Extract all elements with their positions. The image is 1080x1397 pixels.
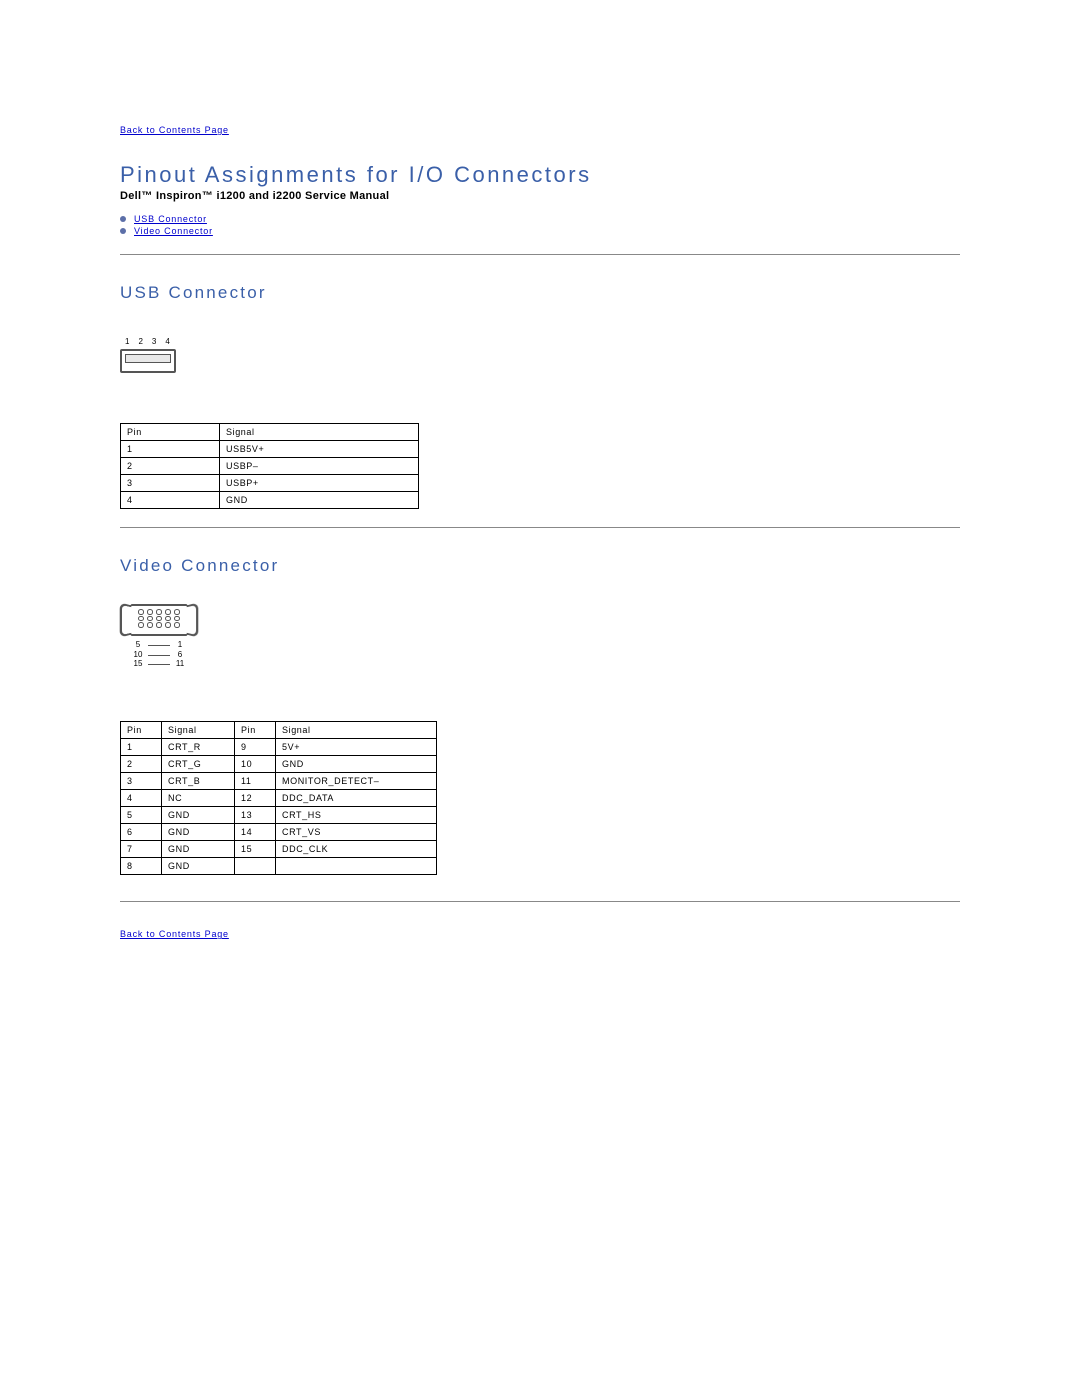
table-row: 4GND: [121, 492, 419, 509]
table-row: 6GND14CRT_VS: [121, 824, 437, 841]
table-cell: [235, 858, 276, 875]
video-pinout-table: Pin Signal Pin Signal 1CRT_R95V+2CRT_G10…: [120, 721, 437, 875]
table-row: 5GND13CRT_HS: [121, 807, 437, 824]
back-to-contents-top[interactable]: Back to Contents Page: [120, 125, 229, 135]
table-cell: 15: [235, 841, 276, 858]
table-cell: 14: [235, 824, 276, 841]
vga-label: 6: [173, 650, 187, 660]
vga-label: 10: [131, 650, 145, 660]
toc-link-usb[interactable]: USB Connector: [134, 214, 207, 224]
table-row: 1CRT_R95V+: [121, 739, 437, 756]
table-cell: 13: [235, 807, 276, 824]
table-cell: CRT_VS: [276, 824, 437, 841]
toc-link-video[interactable]: Video Connector: [134, 226, 213, 236]
table-cell: 4: [121, 790, 162, 807]
table-cell: GND: [162, 824, 235, 841]
table-row: 2USBP–: [121, 458, 419, 475]
table-cell: 4: [121, 492, 220, 509]
table-row: 2CRT_G10GND: [121, 756, 437, 773]
table-cell: CRT_HS: [276, 807, 437, 824]
usb-pin-num: 1: [125, 337, 131, 346]
table-header: Signal: [276, 722, 437, 739]
bullet-icon: [120, 216, 126, 222]
table-cell: 7: [121, 841, 162, 858]
table-header: Signal: [220, 424, 419, 441]
divider: [120, 254, 960, 255]
table-cell: 8: [121, 858, 162, 875]
table-cell: 3: [121, 475, 220, 492]
table-header: Pin: [121, 424, 220, 441]
table-row: 7GND15DDC_CLK: [121, 841, 437, 858]
table-row: 8GND: [121, 858, 437, 875]
table-cell: 3: [121, 773, 162, 790]
bullet-icon: [120, 228, 126, 234]
page-title: Pinout Assignments for I/O Connectors: [120, 162, 960, 188]
table-header: Pin: [235, 722, 276, 739]
usb-pin-num: 4: [165, 337, 171, 346]
table-cell: CRT_B: [162, 773, 235, 790]
table-cell: 10: [235, 756, 276, 773]
table-cell: 12: [235, 790, 276, 807]
usb-pinout-table: Pin Signal 1USB5V+2USBP–3USBP+4GND: [120, 423, 419, 509]
table-cell: USB5V+: [220, 441, 419, 458]
back-to-contents-bottom[interactable]: Back to Contents Page: [120, 929, 229, 939]
table-cell: 1: [121, 441, 220, 458]
table-cell: NC: [162, 790, 235, 807]
video-heading: Video Connector: [120, 556, 960, 576]
table-cell: CRT_G: [162, 756, 235, 773]
table-cell: GND: [162, 841, 235, 858]
table-cell: USBP+: [220, 475, 419, 492]
usb-pin-numbers: 1 2 3 4: [125, 337, 171, 346]
table-cell: CRT_R: [162, 739, 235, 756]
usb-port-icon: [120, 349, 176, 373]
divider: [120, 527, 960, 528]
table-cell: 11: [235, 773, 276, 790]
usb-pin-num: 2: [138, 337, 144, 346]
table-cell: 5: [121, 807, 162, 824]
usb-pin-num: 3: [152, 337, 158, 346]
table-cell: 2: [121, 756, 162, 773]
table-cell: DDC_DATA: [276, 790, 437, 807]
usb-heading: USB Connector: [120, 283, 960, 303]
table-cell: GND: [162, 858, 235, 875]
video-connector-figure: 5 1 10 6 15 11: [120, 604, 198, 669]
table-row: 3USBP+: [121, 475, 419, 492]
usb-connector-figure: 1 2 3 4: [120, 337, 176, 373]
table-cell: 5V+: [276, 739, 437, 756]
table-row: 1USB5V+: [121, 441, 419, 458]
table-cell: USBP–: [220, 458, 419, 475]
vga-port-icon: [128, 604, 190, 636]
table-cell: GND: [162, 807, 235, 824]
vga-label: 5: [131, 640, 145, 650]
table-cell: 1: [121, 739, 162, 756]
divider: [120, 901, 960, 902]
table-cell: GND: [220, 492, 419, 509]
table-cell: 6: [121, 824, 162, 841]
table-header: Pin: [121, 722, 162, 739]
vga-label: 11: [173, 659, 187, 669]
page-subtitle: Dell™ Inspiron™ i1200 and i2200 Service …: [120, 190, 960, 202]
vga-label: 15: [131, 659, 145, 669]
vga-pin-labels: 5 1 10 6 15 11: [120, 640, 198, 669]
table-cell: GND: [276, 756, 437, 773]
table-cell: DDC_CLK: [276, 841, 437, 858]
table-cell: 9: [235, 739, 276, 756]
table-cell: MONITOR_DETECT–: [276, 773, 437, 790]
table-cell: 2: [121, 458, 220, 475]
table-header: Signal: [162, 722, 235, 739]
toc-list: USB Connector Video Connector: [120, 214, 960, 236]
vga-label: 1: [173, 640, 187, 650]
table-cell: [276, 858, 437, 875]
table-row: 4NC12DDC_DATA: [121, 790, 437, 807]
table-row: 3CRT_B11MONITOR_DETECT–: [121, 773, 437, 790]
